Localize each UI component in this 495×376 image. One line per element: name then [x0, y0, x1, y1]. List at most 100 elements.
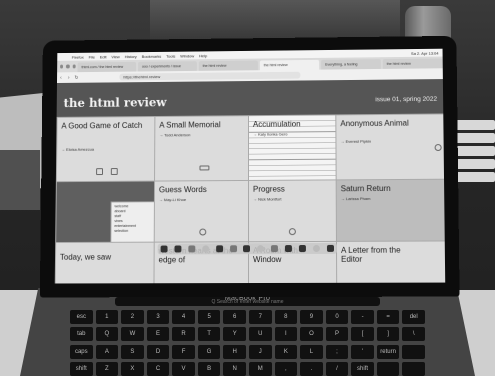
keyboard-key[interactable]: 1 — [95, 310, 119, 324]
keyboard-key[interactable]: = — [376, 310, 400, 324]
entry-card[interactable]: Accumulation → Katy Ilonka Gero — [248, 114, 338, 182]
image-card[interactable]: welcome aboard staff vines entertainment sele… — [55, 180, 157, 244]
keyboard-key[interactable]: - — [351, 310, 374, 324]
keyboard-key[interactable]: tab — [70, 327, 93, 342]
keyboard-key[interactable]: K — [274, 344, 298, 359]
keyboard-key[interactable]: W — [121, 327, 144, 342]
keyboard-key[interactable]: A — [95, 344, 119, 359]
keyboard-key[interactable]: R — [172, 327, 195, 342]
notes-icon[interactable] — [229, 245, 237, 253]
keyboard-key[interactable]: H — [223, 344, 246, 359]
keyboard-key[interactable]: B — [197, 361, 221, 376]
menubar-item[interactable]: Tools — [166, 53, 175, 58]
keyboard-key[interactable]: . — [300, 361, 323, 376]
browser-tab[interactable]: the html review — [382, 58, 443, 69]
app-icon[interactable] — [312, 244, 320, 252]
keyboard-key[interactable] — [402, 344, 425, 359]
keyboard-key[interactable]: P — [325, 327, 349, 342]
keyboard-key[interactable] — [376, 361, 400, 376]
back-icon[interactable]: ‹ — [57, 75, 65, 81]
keyboard-key[interactable]: 2 — [121, 310, 144, 324]
address-bar[interactable]: https://thehtml.review — [119, 71, 301, 81]
music-icon[interactable] — [202, 245, 210, 253]
keyboard-key[interactable]: 4 — [172, 310, 195, 324]
keyboard-key[interactable]: [ — [351, 327, 374, 342]
keyboard-key[interactable]: 5 — [197, 310, 221, 324]
keyboard-key[interactable]: X — [121, 361, 144, 376]
menubar-item[interactable]: History — [125, 54, 137, 59]
keyboard-key[interactable]: 0 — [325, 310, 349, 324]
keyboard-key[interactable]: U — [248, 327, 272, 342]
keyboard-key[interactable]: esc — [70, 310, 93, 324]
app-icon[interactable] — [271, 245, 279, 253]
entry-card[interactable]: A Letter from the Editor — [335, 240, 446, 284]
keyboard-key[interactable]: del — [402, 310, 425, 324]
app-icon[interactable] — [284, 245, 292, 253]
keyboard-key[interactable]: V — [172, 361, 195, 376]
keyboard-key[interactable]: C — [146, 361, 170, 376]
keyboard-key[interactable]: , — [274, 361, 298, 376]
launchpad-icon[interactable] — [174, 245, 182, 253]
mail-icon[interactable] — [215, 245, 223, 253]
menu-box-item[interactable]: selection — [114, 229, 154, 234]
keyboard-key[interactable]: T — [197, 327, 221, 342]
trash-icon[interactable] — [326, 244, 334, 252]
browser-tab[interactable]: thtml.com / the html review — [77, 61, 137, 73]
keyboard-key[interactable]: ; — [325, 344, 349, 359]
entry-card[interactable]: Saturn Return → Larissa Pham — [335, 178, 446, 243]
keyboard-key[interactable]: G — [197, 344, 221, 359]
menubar-item[interactable]: Help — [199, 53, 207, 58]
keyboard-key[interactable]: O — [300, 327, 323, 342]
browser-icon[interactable] — [188, 245, 196, 253]
browser-tab[interactable]: ooo / experiments / issue — [138, 61, 197, 72]
app-icon[interactable] — [257, 245, 265, 253]
reload-icon[interactable]: ↻ — [73, 75, 81, 81]
keyboard-key[interactable]: shift — [351, 361, 374, 376]
keyboard-key[interactable]: / — [325, 361, 349, 376]
entry-card[interactable]: A Small Memorial → Todd Anderson — [154, 115, 250, 183]
entry-card[interactable]: Progress → Nick Montfort — [248, 179, 338, 244]
keyboard-key[interactable]: S — [121, 344, 144, 359]
keyboard-key[interactable]: 7 — [248, 310, 272, 324]
entry-card[interactable]: Guess Words → May-Li Khoe — [153, 179, 250, 244]
close-window-icon[interactable] — [60, 64, 64, 69]
forward-icon[interactable]: › — [65, 75, 73, 81]
entry-card[interactable]: A Good Game of Catch → Eloisa Amezcua — [55, 116, 157, 184]
keyboard-key[interactable]: 3 — [146, 310, 170, 324]
keyboard-key[interactable]: D — [146, 344, 170, 359]
keyboard-key[interactable]: ' — [351, 344, 374, 359]
menubar-item[interactable]: Window — [180, 53, 194, 58]
keyboard-key[interactable]: N — [223, 361, 246, 376]
keyboard-key[interactable]: Z — [95, 361, 119, 376]
keyboard-key[interactable]: 8 — [274, 310, 298, 324]
menubar-item[interactable]: View — [111, 54, 119, 59]
keyboard-key[interactable]: F — [172, 344, 195, 359]
browser-tab[interactable]: the html review — [198, 60, 258, 71]
keyboard-key[interactable]: shift — [70, 361, 93, 376]
pdf-icon[interactable] — [298, 245, 306, 252]
browser-tab[interactable]: Everything, a feeling — [321, 59, 381, 70]
entry-card[interactable]: Today, we saw — [54, 241, 156, 284]
keyboard-key[interactable]: M — [248, 361, 272, 376]
menubar-item[interactable]: Edit — [100, 54, 107, 59]
keyboard-key[interactable]: return — [376, 344, 400, 359]
finder-icon[interactable] — [160, 245, 168, 253]
keyboard-key[interactable]: Q — [95, 327, 119, 342]
keyboard-key[interactable] — [402, 361, 425, 376]
entry-card[interactable]: Anonymous Animal → Everest Pipkin — [335, 113, 446, 182]
menubar-item[interactable]: Firefox — [72, 54, 84, 59]
keyboard-key[interactable]: E — [146, 327, 170, 342]
keyboard-key[interactable]: I — [274, 327, 298, 342]
minimize-window-icon[interactable] — [66, 64, 70, 69]
keyboard-key[interactable]: 6 — [223, 310, 246, 324]
keyboard-key[interactable]: caps — [70, 344, 93, 359]
photos-icon[interactable] — [243, 245, 251, 253]
keyboard-key[interactable]: ] — [376, 327, 400, 342]
browser-tab[interactable]: the html review — [259, 59, 320, 71]
keyboard-key[interactable]: J — [248, 344, 272, 359]
keyboard-key[interactable]: Y — [223, 327, 246, 342]
keyboard-key[interactable]: 9 — [300, 310, 323, 324]
keyboard-key[interactable]: \ — [402, 327, 425, 342]
menubar-item[interactable]: File — [89, 54, 95, 59]
keyboard-key[interactable]: L — [300, 344, 323, 359]
